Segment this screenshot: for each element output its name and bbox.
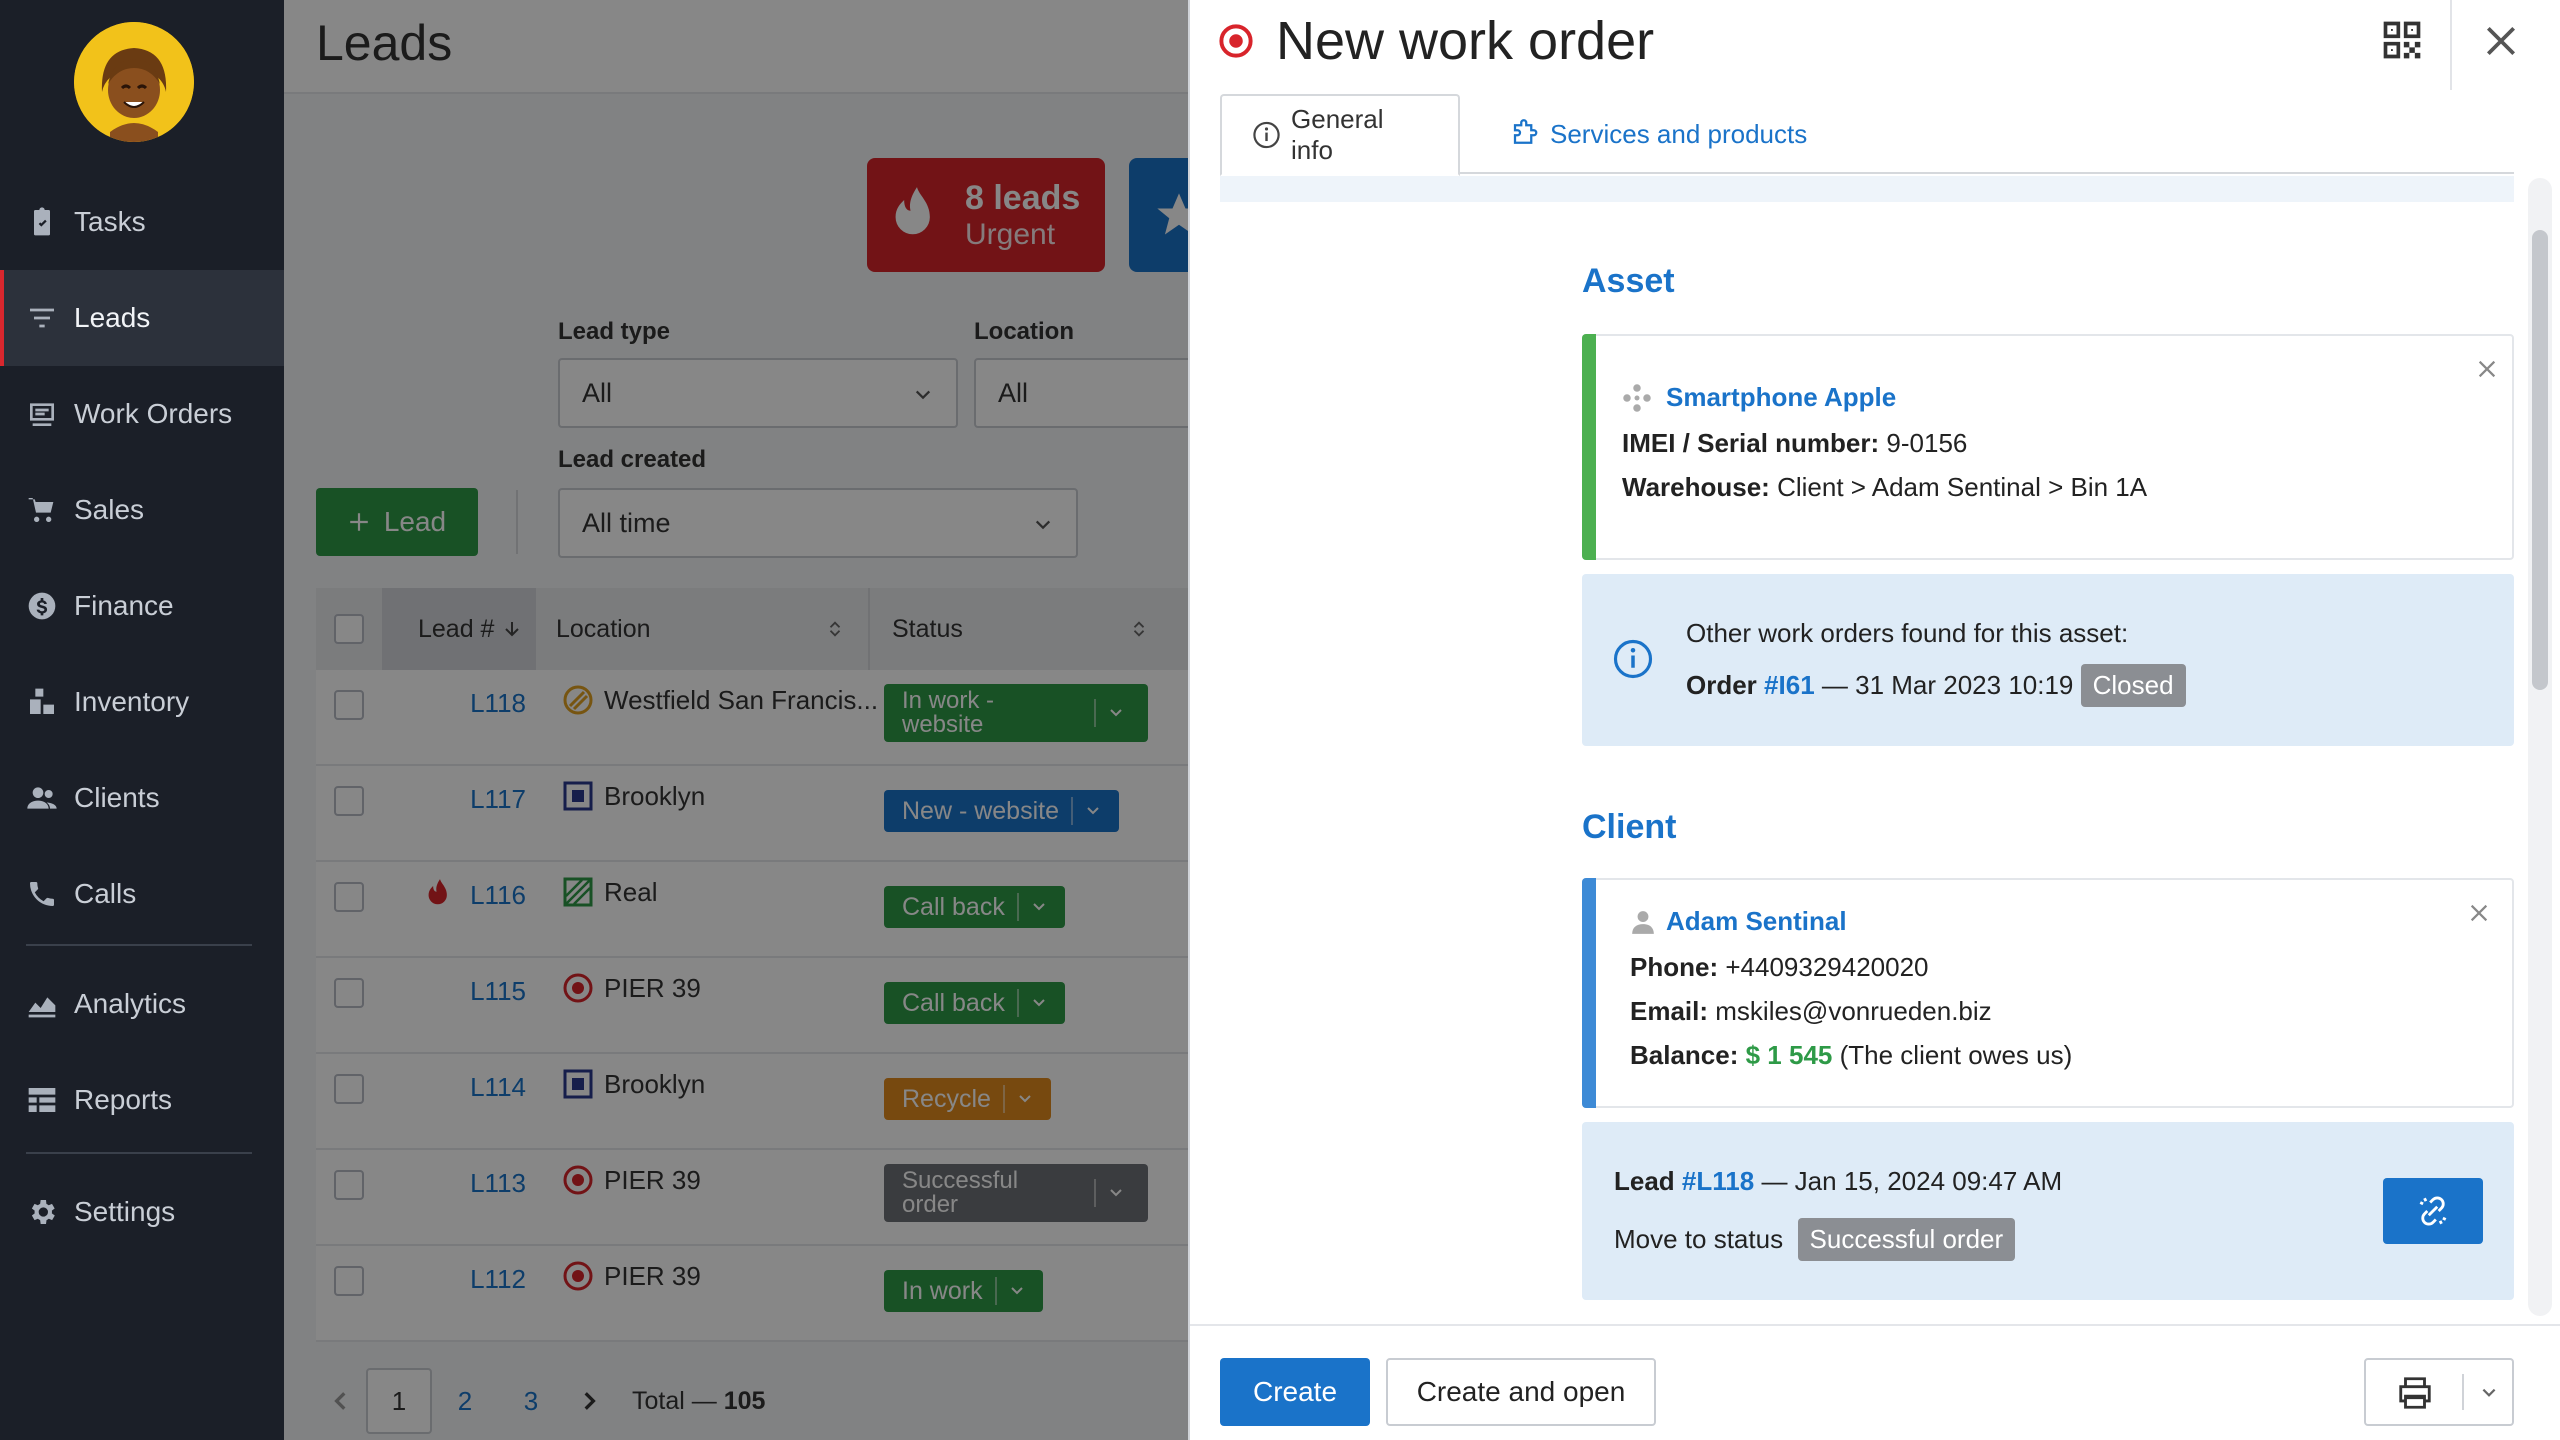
scrollbar-thumb[interactable] <box>2532 230 2548 690</box>
sidebar-divider <box>26 1152 252 1154</box>
sidebar-item-label: Finance <box>74 590 174 621</box>
client-card: Adam Sentinal Phone: +4409329420020 Emai… <box>1582 878 2514 1108</box>
tab-general-info[interactable]: General info <box>1220 94 1460 176</box>
target-icon <box>1219 24 1253 58</box>
info-icon <box>1613 639 1653 679</box>
remove-client-icon[interactable] <box>2468 902 2490 924</box>
tab-label: Services and products <box>1550 118 1808 149</box>
sidebar-item-label: Inventory <box>74 686 190 717</box>
gear-icon <box>31 1200 55 1224</box>
sidebar-item-finance[interactable]: Finance <box>0 558 284 654</box>
work-order-icon <box>30 403 54 426</box>
client-name-line: Adam Sentinal <box>1630 906 1847 937</box>
sidebar-item-label: Leads <box>74 302 151 333</box>
printer-icon <box>2399 1377 2431 1409</box>
client-card-accent <box>1582 878 1596 1108</box>
print-button[interactable] <box>2364 1358 2514 1426</box>
sidebar-item-label: Clients <box>74 782 160 813</box>
sidebar-item-tasks[interactable]: Tasks <box>0 174 284 270</box>
avatar[interactable] <box>74 22 194 142</box>
cart-icon <box>28 498 54 522</box>
list-icon <box>28 1088 56 1112</box>
sidebar-item-work-orders[interactable]: Work Orders <box>0 366 284 462</box>
chevron-down-icon[interactable] <box>2480 1384 2498 1402</box>
remove-asset-icon[interactable] <box>2476 358 2498 380</box>
lead-link-line: Lead #L118 — Jan 15, 2024 09:47 AM <box>1614 1166 2063 1196</box>
create-and-open-button[interactable]: Create and open <box>1386 1358 1656 1426</box>
header-divider <box>2450 0 2452 90</box>
phone-icon <box>30 882 54 906</box>
tab-content-strip <box>1220 176 2514 202</box>
sidebar-item-settings[interactable]: Settings <box>0 1164 284 1260</box>
puzzle-icon <box>1513 119 1538 144</box>
sidebar: Tasks Leads Work Orders Sales Finance In… <box>0 0 284 1440</box>
asset-icon <box>1623 383 1651 412</box>
asset-imei-line: IMEI / Serial number: 9-0156 <box>1622 428 1968 458</box>
sidebar-item-analytics[interactable]: Analytics <box>0 956 284 1052</box>
qr-code-icon[interactable] <box>2380 18 2424 62</box>
panel-scrollbar[interactable] <box>2528 178 2552 1316</box>
sidebar-item-label: Reports <box>74 1084 173 1115</box>
asset-name-link[interactable]: Smartphone Apple <box>1666 382 1896 413</box>
info-icon <box>1253 121 1280 149</box>
client-balance-amount: $ 1 545 <box>1745 1040 1833 1070</box>
clipboard-check-icon <box>34 207 50 236</box>
sidebar-item-sales[interactable]: Sales <box>0 462 284 558</box>
sidebar-item-clients[interactable]: Clients <box>0 750 284 846</box>
client-name-link[interactable]: Adam Sentinal <box>1666 906 1847 937</box>
other-orders-notice: Other work orders found for this asset: … <box>1582 574 2514 746</box>
client-section-title: Client <box>1582 808 1677 846</box>
other-order-link[interactable]: #I61 <box>1764 670 1815 701</box>
tab-services-products[interactable]: Services and products <box>1480 94 1837 174</box>
sidebar-item-label: Settings <box>74 1196 176 1227</box>
client-email-line: Email: mskiles@vonrueden.biz <box>1630 996 1992 1026</box>
funnel-icon <box>30 308 54 328</box>
other-orders-heading: Other work orders found for this asset: <box>1686 618 2129 648</box>
tab-label: General info <box>1291 104 1384 165</box>
other-order-line: Order #I61 — 31 Mar 2023 10:19 Closed <box>1686 664 2186 707</box>
client-phone-line: Phone: +4409329420020 <box>1630 952 1929 982</box>
panel-title-text: New work order <box>1276 11 1655 71</box>
close-icon[interactable] <box>2482 22 2520 60</box>
lead-link-notice: Lead #L118 — Jan 15, 2024 09:47 AM Move … <box>1582 1122 2514 1300</box>
user-avatar-icon <box>74 22 194 142</box>
panel-tabs: General info Services and products <box>1220 94 2514 176</box>
dollar-coin-icon <box>28 592 56 620</box>
asset-section-title: Asset <box>1582 262 1675 300</box>
sidebar-item-label: Analytics <box>74 988 187 1019</box>
print-divider <box>2462 1374 2464 1410</box>
panel-title: New work order <box>1218 10 1654 72</box>
client-balance-line: Balance: $ 1 545 (The client owes us) <box>1630 1040 2073 1070</box>
panel-footer: Create Create and open <box>1190 1324 2560 1440</box>
lead-link[interactable]: #L118 <box>1682 1166 1754 1196</box>
new-work-order-panel: New work order General info Services and… <box>1188 0 2560 1440</box>
boxes-icon <box>30 688 54 714</box>
sidebar-item-label: Sales <box>74 494 145 525</box>
chart-area-icon <box>28 997 56 1018</box>
users-icon <box>27 787 57 809</box>
create-button[interactable]: Create <box>1220 1358 1370 1426</box>
sidebar-item-reports[interactable]: Reports <box>0 1052 284 1148</box>
asset-warehouse-line: Warehouse: Client > Adam Sentinal > Bin … <box>1622 472 2148 502</box>
order-status-badge: Closed <box>2080 664 2186 707</box>
sidebar-item-leads[interactable]: Leads <box>0 270 284 366</box>
person-icon <box>1632 910 1654 934</box>
move-status-line: Move to status Successful order <box>1614 1218 2016 1261</box>
modal-backdrop[interactable] <box>284 0 1188 1440</box>
unlink-lead-button[interactable] <box>2383 1178 2483 1244</box>
unlink-icon <box>2419 1196 2447 1226</box>
sidebar-item-inventory[interactable]: Inventory <box>0 654 284 750</box>
sidebar-item-label: Work Orders <box>74 398 233 429</box>
move-status-badge[interactable]: Successful order <box>1797 1218 2016 1261</box>
sidebar-item-label: Tasks <box>74 206 146 237</box>
sidebar-item-calls[interactable]: Calls <box>0 846 284 942</box>
asset-card-accent <box>1582 334 1596 560</box>
asset-name-line: Smartphone Apple <box>1622 382 1896 413</box>
asset-card: Smartphone Apple IMEI / Serial number: 9… <box>1582 334 2514 560</box>
sidebar-divider <box>26 944 252 946</box>
sidebar-item-label: Calls <box>74 878 137 909</box>
